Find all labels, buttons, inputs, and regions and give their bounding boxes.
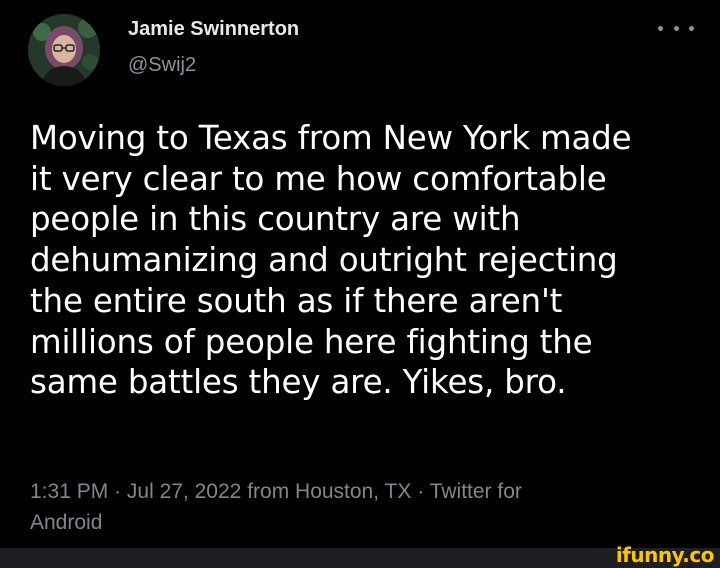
tweet-line: the entire south as if there aren't [30,281,563,320]
dot [673,25,679,31]
tweet-line: people in this country are with [30,200,521,239]
tweet-line: dehumanizing and outright rejecting [30,241,618,280]
tweet-location[interactable]: from Houston, TX [247,480,411,503]
display-name[interactable]: Jamie Swinnerton [128,18,299,41]
tweet-line: Moving to Texas from New York made [30,119,632,157]
ifunny-watermark: ifunny.co [615,543,715,567]
tweet-line: same battles they are. Yikes, bro. [30,363,567,402]
tweet-metadata: 1:31 PM · Jul 27, 2022 from Houston, TX … [30,476,670,538]
tweet-line: millions of people here fighting the [30,322,593,361]
user-handle[interactable]: @Swij2 [128,54,196,77]
dot [658,25,663,31]
watermark-bar: ifunny.co [0,544,720,568]
separator: · [114,480,122,503]
tweet-source-line2: Android [30,511,103,534]
tweet-source-line1: Twitter for [429,480,522,503]
dot [689,25,694,31]
separator: · [417,480,425,503]
avatar[interactable] [28,14,100,86]
tweet-line: it very clear to me how comfortable [30,159,607,198]
tweet-card: Jamie Swinnerton @Swij2 Moving to Texas … [0,0,720,548]
tweet-date[interactable]: Jul 27, 2022 [127,480,241,503]
more-horizontal-icon[interactable] [658,16,694,40]
tweet-text: Moving to Texas from New York made it ve… [30,118,698,403]
avatar-image [28,14,100,86]
tweet-time[interactable]: 1:31 PM [30,480,108,503]
